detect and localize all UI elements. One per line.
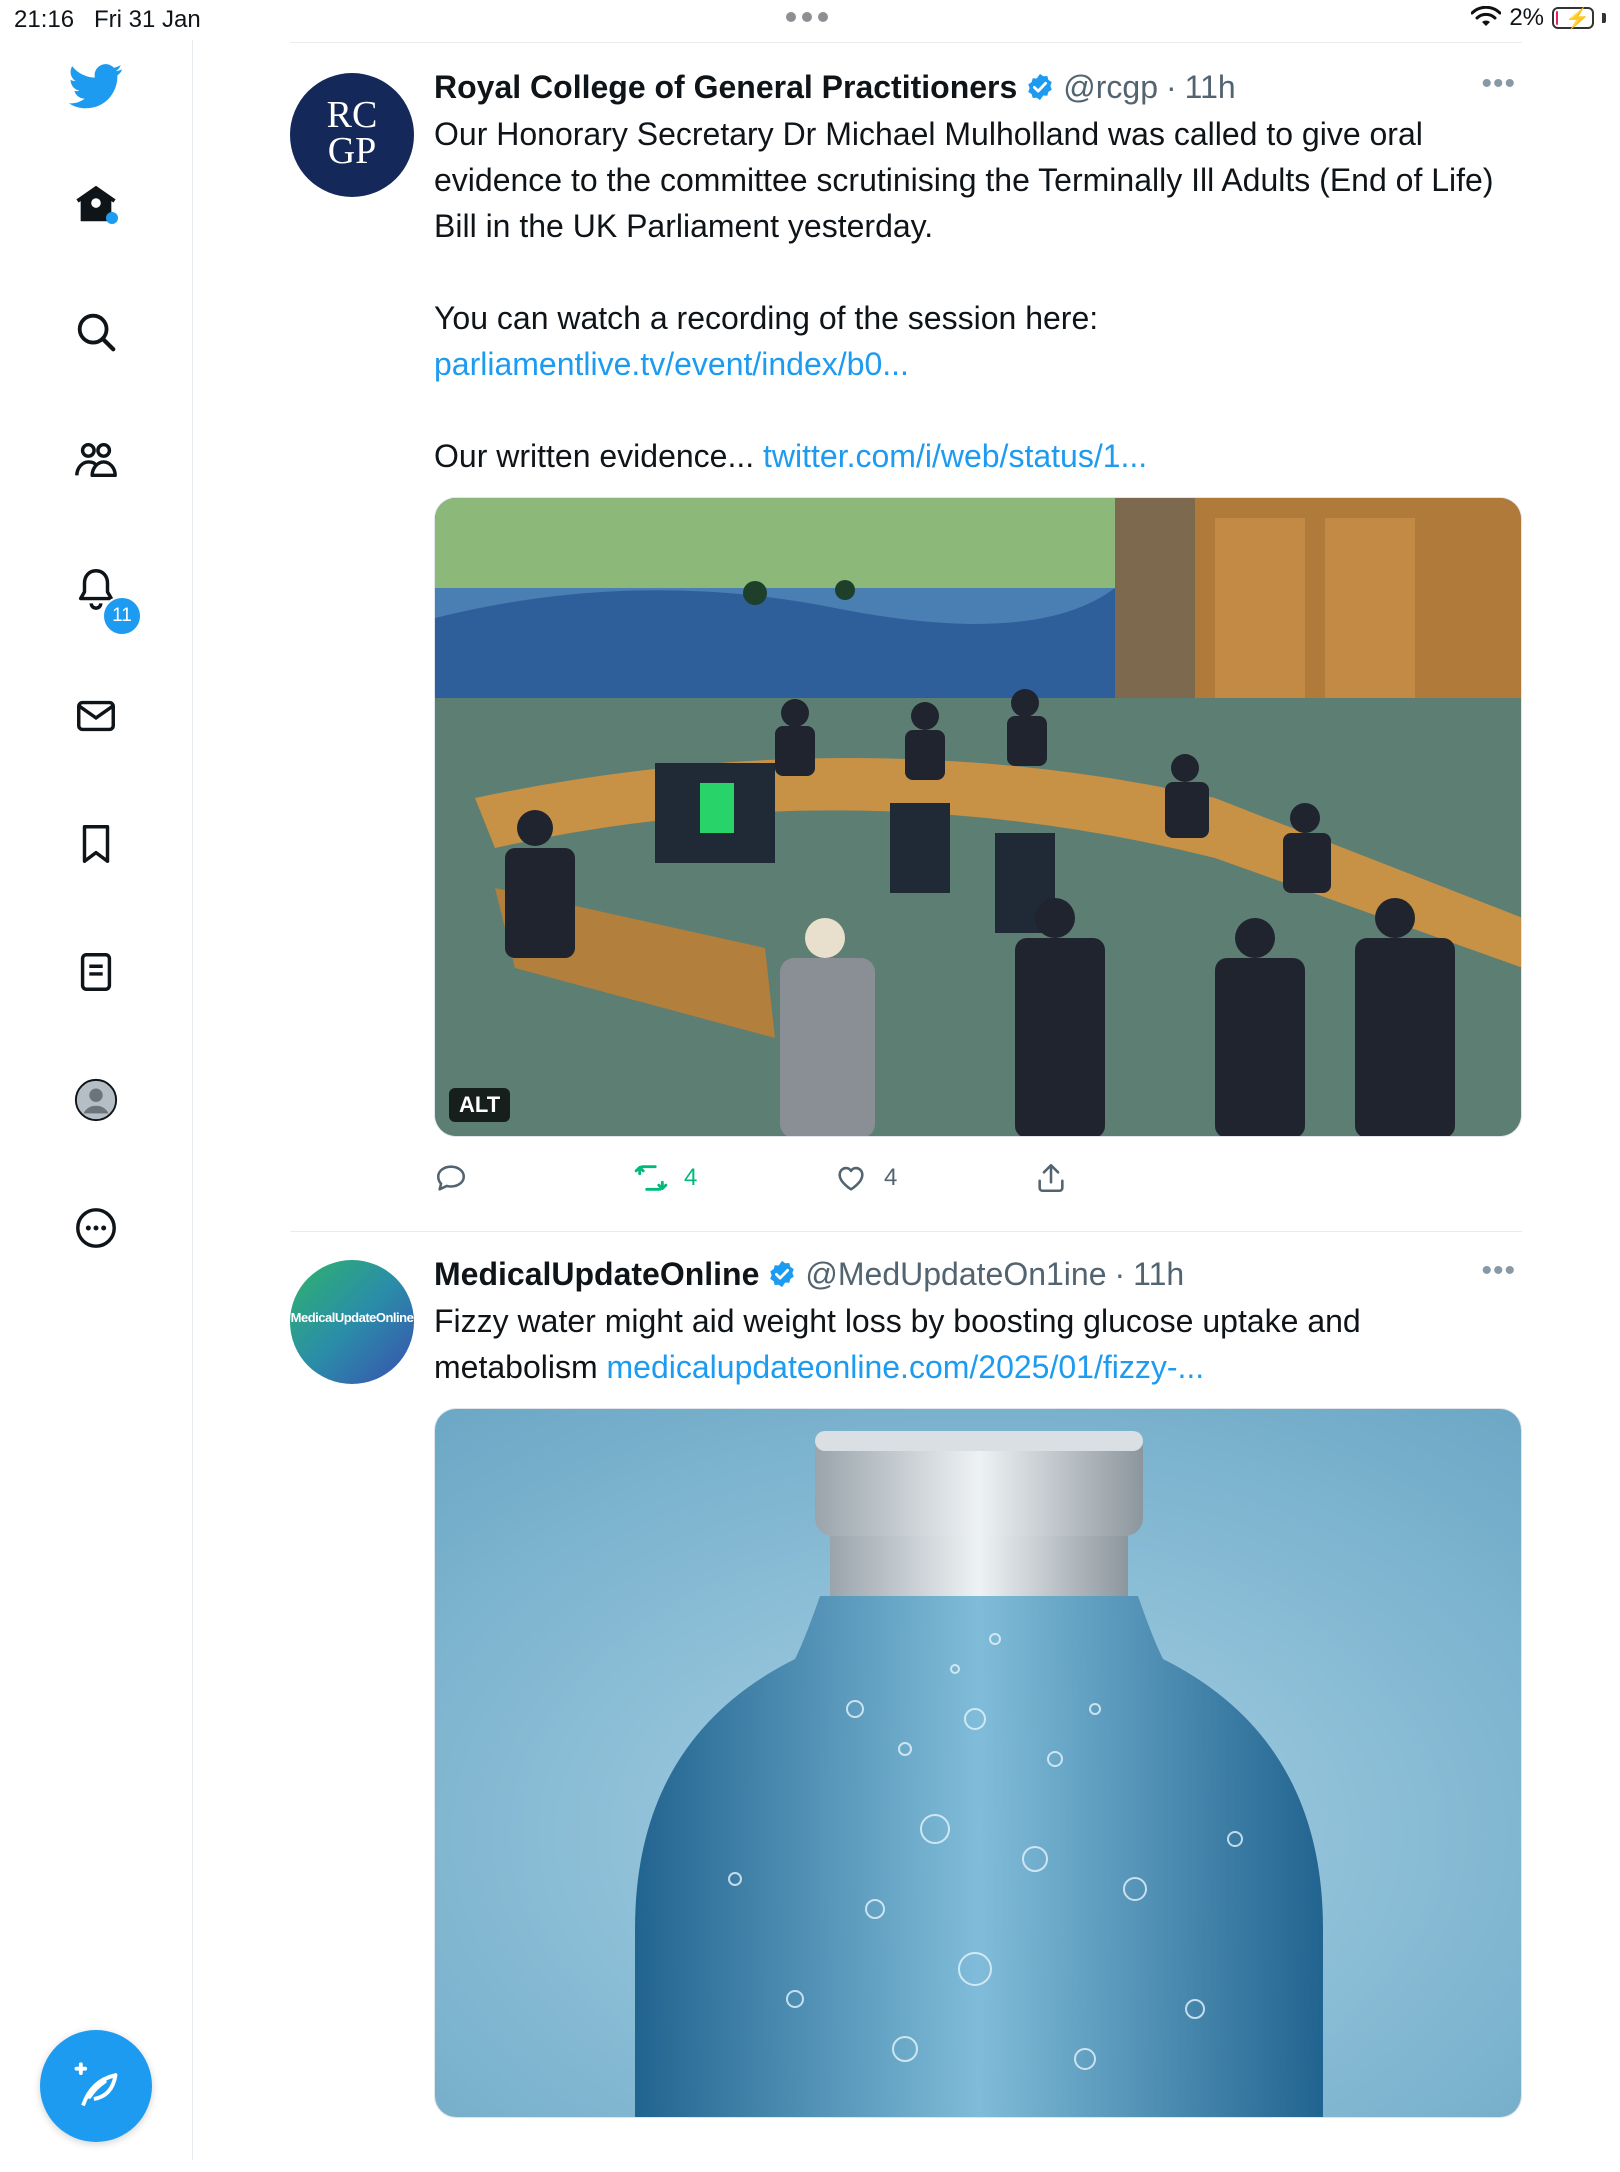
tweet-text-part-1: Our Honorary Secretary Dr Michael Mulhol… bbox=[434, 116, 1494, 336]
battery-percent: 2% bbox=[1509, 4, 1544, 31]
list-icon bbox=[80, 953, 112, 991]
status-date: Fri 31 Jan bbox=[94, 6, 201, 33]
author-handle[interactable]: @rcgp bbox=[1063, 67, 1158, 107]
status-indicators: 2% ⚡ bbox=[1471, 4, 1606, 32]
reply-icon bbox=[436, 1165, 466, 1191]
tweet-more-icon[interactable]: ••• bbox=[1481, 67, 1516, 101]
avatar-medicalupdateonline-text: MedicalUpdateOnline bbox=[290, 1310, 414, 1325]
share-button[interactable] bbox=[1034, 1161, 1068, 1195]
retweet-icon bbox=[634, 1165, 668, 1191]
sidebar-item-explore[interactable] bbox=[60, 296, 132, 368]
tweet-link-parliamentlive[interactable]: parliamentlive.tv/event/index/b0... bbox=[434, 346, 909, 382]
author-name[interactable]: Royal College of General Practitioners bbox=[434, 67, 1017, 107]
sidebar-item-communities[interactable] bbox=[60, 424, 132, 496]
sidebar-item-bookmarks[interactable] bbox=[60, 808, 132, 880]
communities-icon bbox=[75, 442, 117, 478]
sidebar-item-lists[interactable] bbox=[60, 936, 132, 1008]
home-new-dot bbox=[106, 212, 118, 224]
tweet-rcgp[interactable]: RC GP Royal College of General Practitio… bbox=[290, 43, 1522, 1231]
author-handle[interactable]: @MedUpdateOn1ine bbox=[805, 1254, 1106, 1294]
compose-feather-icon bbox=[74, 2062, 118, 2107]
tweet-time[interactable]: 11h bbox=[1133, 1254, 1184, 1294]
tweet-text: Our Honorary Secretary Dr Michael Mulhol… bbox=[434, 111, 1522, 479]
avatar-medicalupdateonline[interactable]: MedicalUpdateOnline bbox=[290, 1260, 414, 1384]
alt-text-badge[interactable]: ALT bbox=[449, 1088, 511, 1122]
heart-icon bbox=[838, 1166, 864, 1191]
search-icon bbox=[77, 313, 116, 352]
tweet-text: Fizzy water might aid weight loss by boo… bbox=[434, 1298, 1522, 1390]
avatar-rcgp[interactable]: RC GP bbox=[290, 73, 414, 197]
notifications-badge: 11 bbox=[102, 596, 142, 636]
more-circle-icon bbox=[76, 1208, 116, 1248]
like-count: 4 bbox=[884, 1164, 898, 1191]
avatar-rcgp-text-bottom: GP bbox=[327, 130, 377, 172]
fizzy-water-bottle-image bbox=[435, 1409, 1521, 2117]
retweet-count: 4 bbox=[684, 1164, 698, 1191]
verified-badge-icon bbox=[1028, 73, 1053, 101]
tweet-text-part-2: Our written evidence... bbox=[434, 438, 755, 474]
like-button[interactable]: 4 bbox=[834, 1161, 897, 1195]
committee-room-image bbox=[435, 498, 1521, 1136]
tweet-link-readmore[interactable]: twitter.com/i/web/status/1... bbox=[763, 438, 1147, 474]
compose-tweet-button[interactable] bbox=[40, 2030, 152, 2142]
sidebar-item-profile[interactable] bbox=[60, 1064, 132, 1136]
sidebar-item-home[interactable] bbox=[60, 168, 132, 240]
retweet-button[interactable]: 4 bbox=[634, 1161, 697, 1195]
twitter-logo-icon[interactable] bbox=[60, 50, 132, 122]
profile-avatar-icon bbox=[74, 1078, 118, 1122]
status-time: 21:16 bbox=[14, 6, 75, 33]
envelope-icon bbox=[77, 700, 115, 732]
tweet-header: MedicalUpdateOnline @MedUpdateOn1ine · 1… bbox=[434, 1254, 1185, 1294]
wifi-icon bbox=[1471, 6, 1502, 26]
battery-icon: ⚡ bbox=[1552, 7, 1594, 30]
verified-badge-icon bbox=[770, 1260, 795, 1288]
share-icon bbox=[1038, 1163, 1064, 1193]
timeline-feed[interactable]: RC GP Royal College of General Practitio… bbox=[290, 42, 1522, 2172]
tweet-media-fizzy-water-photo[interactable] bbox=[434, 1408, 1522, 2118]
tweet-medicalupdateonline[interactable]: MedicalUpdateOnline MedicalUpdateOnline … bbox=[290, 1232, 1522, 2172]
avatar-rcgp-text-top: RC bbox=[326, 94, 378, 136]
sidebar-item-more[interactable] bbox=[60, 1192, 132, 1264]
sidebar-nav: 11 bbox=[0, 40, 193, 2160]
author-name[interactable]: MedicalUpdateOnline bbox=[434, 1254, 759, 1294]
multitasking-dots-icon[interactable] bbox=[786, 12, 828, 22]
tweet-time[interactable]: 11h bbox=[1185, 67, 1236, 107]
bookmark-icon bbox=[82, 825, 110, 863]
tweet-header: Royal College of General Practitioners @… bbox=[434, 67, 1236, 107]
sidebar-item-messages[interactable] bbox=[60, 680, 132, 752]
tweet-actions: 4 4 bbox=[434, 1151, 1522, 1211]
reply-button[interactable] bbox=[434, 1161, 468, 1195]
tweet-media-committee-photo[interactable]: ALT bbox=[434, 497, 1522, 1137]
tweet-link-medicalupdateonline[interactable]: medicalupdateonline.com/2025/01/fizzy-..… bbox=[607, 1349, 1205, 1385]
status-bar: 21:16 Fri 31 Jan 2% ⚡ bbox=[0, 0, 1620, 40]
tweet-more-icon[interactable]: ••• bbox=[1481, 1254, 1516, 1288]
